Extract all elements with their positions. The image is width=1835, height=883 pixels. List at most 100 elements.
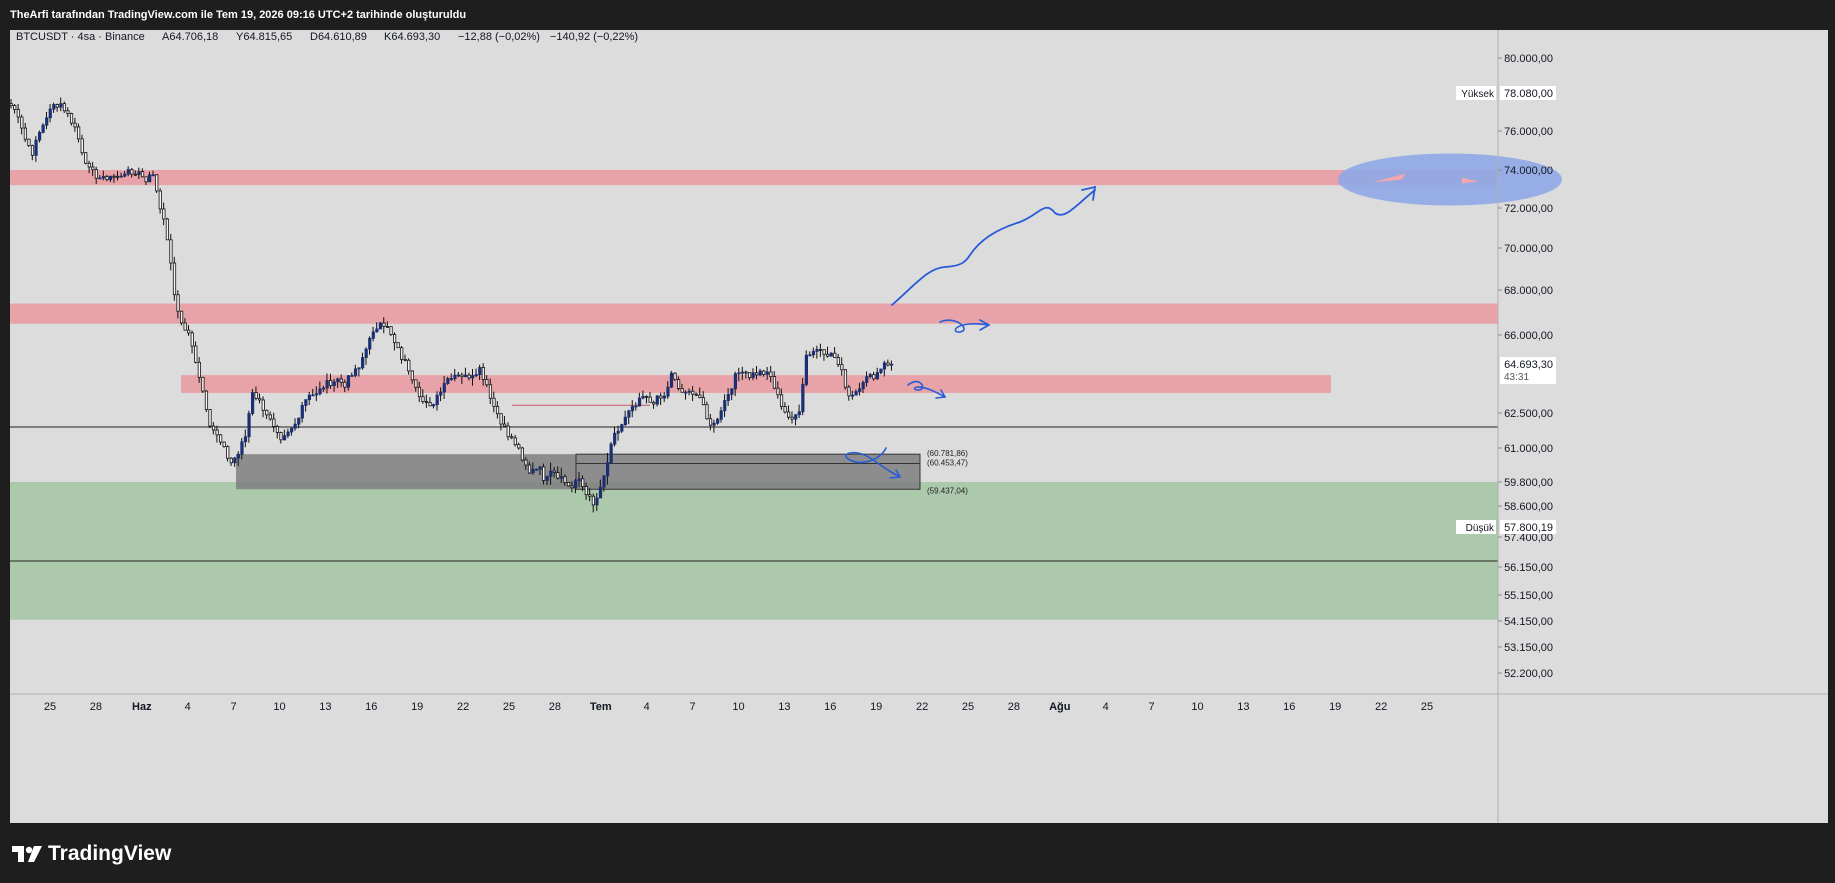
candle-body-up	[45, 117, 49, 126]
candle	[510, 433, 514, 440]
candle	[258, 393, 262, 404]
candle	[882, 360, 887, 377]
candle	[669, 370, 674, 389]
candle	[23, 122, 27, 143]
candle-body-up	[666, 386, 670, 397]
candle-body-down	[748, 372, 752, 378]
candle	[815, 345, 819, 359]
candle-body-up	[595, 497, 599, 506]
zone-resistance-0[interactable]	[10, 170, 1498, 186]
candle-body-up	[432, 404, 436, 407]
candle-body-down	[495, 406, 500, 415]
candle	[375, 322, 379, 333]
candle-body-up	[531, 468, 535, 474]
chart-area[interactable]: (60.781,86) (60.453,47) (59.437,04) 80.000…	[10, 30, 1828, 823]
candle	[432, 403, 436, 409]
candle-body-down	[254, 392, 258, 399]
candle-body-down	[581, 478, 585, 487]
candle-body-down	[179, 310, 184, 324]
candle-body-down	[563, 476, 567, 483]
candle	[165, 217, 169, 241]
candle	[474, 368, 478, 378]
candle-body-down	[499, 413, 503, 425]
candle	[634, 402, 638, 411]
candle	[69, 112, 74, 126]
candle	[822, 349, 826, 361]
candle-body-down	[105, 176, 109, 181]
candle	[833, 346, 837, 359]
candle	[758, 368, 762, 377]
candle-body-up	[307, 394, 312, 401]
candle	[566, 481, 571, 487]
candle-body-up	[890, 363, 894, 366]
arrow-head	[1081, 185, 1097, 201]
candle-body-down	[527, 464, 532, 474]
candle	[290, 427, 294, 436]
candle-body-down	[268, 414, 272, 420]
candle-body-down	[414, 379, 418, 388]
zone-resistance-1[interactable]	[10, 303, 1498, 324]
bullish-path-arrow[interactable]	[891, 189, 1096, 306]
time-tick-label: 25	[1421, 701, 1433, 713]
tradingview-logo[interactable]: TradingView	[12, 839, 171, 869]
candle	[268, 411, 272, 421]
candle-body-down	[588, 494, 592, 497]
tradingview-logo-text: TradingView	[48, 842, 172, 865]
last-price-badge[interactable]: 64.693,3043:31	[1500, 357, 1556, 384]
candle-body-up	[346, 375, 351, 388]
high-badge-label: Yüksek	[1461, 89, 1495, 100]
candle	[279, 431, 283, 444]
candle-body-up	[737, 372, 741, 375]
candle-body-down	[279, 432, 283, 441]
candle-body-down	[204, 390, 209, 410]
candle-body-down	[219, 434, 223, 443]
price-tick-label: 66.000,00	[1504, 330, 1553, 342]
low-badge-label: Düşük	[1466, 523, 1495, 534]
candle-body-up	[297, 417, 301, 425]
candle-body-up	[123, 173, 127, 177]
candle-body-up	[282, 435, 287, 441]
candle	[463, 367, 468, 378]
candle	[250, 388, 255, 416]
candle-body-up	[854, 391, 858, 396]
candle-body-up	[236, 453, 240, 459]
zone-support-3[interactable]	[10, 482, 1498, 620]
candle	[300, 402, 304, 423]
ohlc-open: A64.706,18	[162, 31, 218, 43]
last-price-value: 64.693,30	[1504, 359, 1553, 371]
candle	[655, 395, 659, 407]
candle-body-up	[34, 139, 38, 156]
candle	[62, 101, 67, 113]
candle-body-down	[176, 294, 180, 312]
candle-body-down	[652, 401, 656, 405]
candle	[179, 310, 184, 326]
candle	[52, 102, 56, 113]
price-tick-label: 53.150,00	[1504, 642, 1553, 654]
candle-body-down	[524, 459, 528, 466]
time-tick-label: 4	[1103, 701, 1109, 713]
price-tick-label: 68.000,00	[1504, 285, 1553, 297]
candle	[10, 99, 13, 109]
candle	[293, 418, 297, 431]
price-tick-label: 62.500,00	[1504, 408, 1553, 420]
candle-body-up	[435, 394, 439, 406]
candle	[616, 425, 620, 441]
btcusdt-chart[interactable]: (60.781,86)(60.453,47) (59.437,04) 80.000…	[10, 30, 1828, 823]
candle	[389, 326, 393, 336]
candle	[673, 372, 677, 381]
time-tick-label: 13	[1237, 701, 1249, 713]
candle-body-up	[719, 410, 723, 420]
candle-body-up	[804, 354, 809, 385]
candle-body-down	[705, 404, 709, 420]
candle	[162, 202, 166, 226]
zone-consolidation-4[interactable]	[236, 454, 920, 490]
target-ellipse[interactable]	[1338, 153, 1562, 206]
box-price-label: (59.437,04)	[927, 486, 968, 495]
candle-body-down	[91, 166, 95, 171]
candle-body-up	[364, 348, 368, 358]
candle-body-up	[811, 350, 816, 356]
candle	[307, 391, 312, 406]
candle-body-down	[162, 208, 166, 220]
candle-body-down	[172, 262, 177, 296]
time-tick-label: 28	[90, 701, 102, 713]
